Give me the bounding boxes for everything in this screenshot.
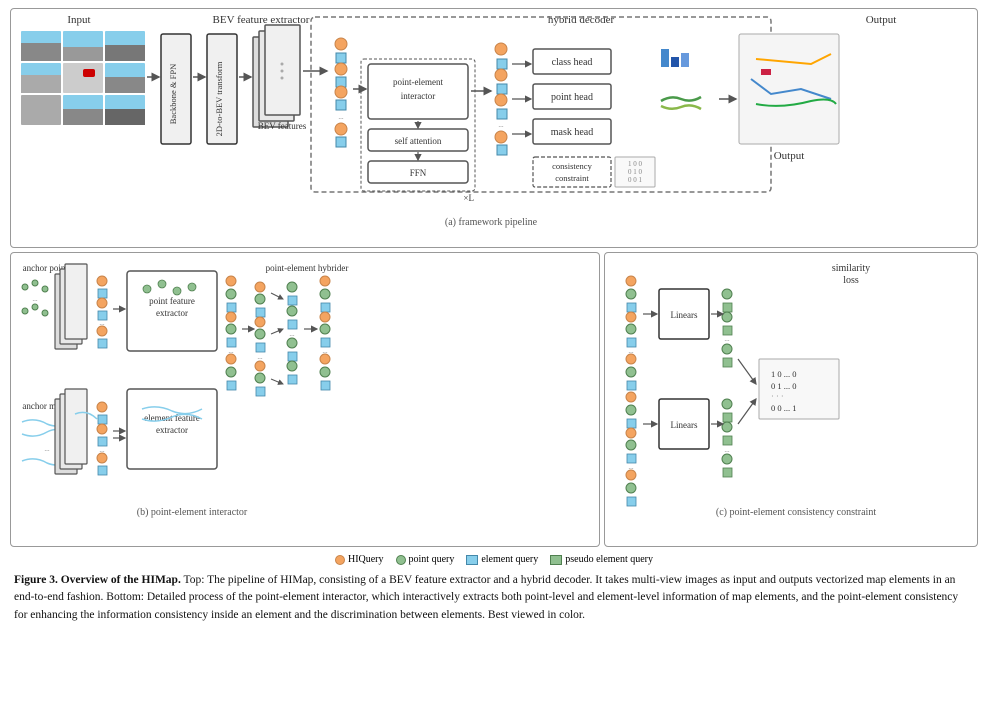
bottom-diagram: anchor points ... ... bbox=[10, 252, 978, 547]
hiquery-icon bbox=[335, 555, 345, 565]
svg-text:0 0 1: 0 0 1 bbox=[628, 176, 643, 184]
svg-text:1 0 0: 1 0 0 bbox=[628, 160, 643, 168]
bottom-right-svg: ... ... Linears bbox=[611, 259, 978, 524]
element-query-label: element query bbox=[481, 554, 538, 565]
svg-text:2D-to-BEV transform: 2D-to-BEV transform bbox=[214, 61, 224, 136]
svg-text:mask head: mask head bbox=[551, 127, 594, 138]
svg-text:consistency: consistency bbox=[552, 161, 592, 171]
bottom-left-svg: anchor points ... ... bbox=[17, 259, 587, 524]
svg-text:BEV features: BEV features bbox=[258, 121, 307, 131]
svg-text:point-element: point-element bbox=[393, 77, 443, 87]
svg-text:extractor: extractor bbox=[156, 425, 188, 435]
figure-caption: Figure 3. Overview of the HIMap. Top: Th… bbox=[10, 572, 978, 624]
svg-text:0 1 ... 0: 0 1 ... 0 bbox=[771, 381, 797, 391]
svg-text:...: ... bbox=[724, 446, 730, 454]
bottom-right-diagram: ... ... Linears bbox=[604, 252, 978, 547]
svg-text:0 1 0: 0 1 0 bbox=[628, 168, 643, 176]
svg-text:...: ... bbox=[32, 295, 38, 303]
svg-text:hybrid decoder: hybrid decoder bbox=[548, 14, 615, 26]
top-diagram: Input BEV feature extractor hybrid decod… bbox=[10, 8, 978, 248]
svg-text:...: ... bbox=[289, 330, 295, 338]
svg-text:point-element hybrider: point-element hybrider bbox=[266, 263, 349, 273]
legend-point-query: point query bbox=[396, 554, 455, 565]
legend-hiquery: HIQuery bbox=[335, 554, 384, 565]
legend-element-query: element query bbox=[466, 554, 538, 565]
bottom-left-diagram: anchor points ... ... bbox=[10, 252, 600, 547]
svg-text:(b) point-element interactor: (b) point-element interactor bbox=[137, 507, 248, 518]
point-query-icon bbox=[396, 555, 406, 565]
svg-text:...: ... bbox=[338, 113, 344, 121]
svg-text:Input: Input bbox=[67, 14, 90, 26]
svg-text:interactor: interactor bbox=[401, 91, 435, 101]
svg-text:Linears: Linears bbox=[671, 310, 698, 320]
svg-text:BEV feature extractor: BEV feature extractor bbox=[213, 14, 310, 26]
svg-text:point feature: point feature bbox=[149, 296, 195, 306]
svg-text:...: ... bbox=[724, 335, 730, 343]
svg-text:loss: loss bbox=[843, 275, 859, 286]
svg-text:...: ... bbox=[257, 353, 263, 361]
svg-text:Linears: Linears bbox=[671, 420, 698, 430]
svg-text:×L: ×L bbox=[463, 193, 474, 203]
svg-text:similarity: similarity bbox=[832, 263, 870, 274]
svg-text:(c) point-element consistency: (c) point-element consistency constraint bbox=[716, 507, 876, 518]
svg-text:FFN: FFN bbox=[410, 168, 427, 178]
element-query-icon bbox=[466, 555, 478, 565]
svg-text:extractor: extractor bbox=[156, 308, 188, 318]
svg-text:(a) framework pipeline: (a) framework pipeline bbox=[445, 217, 538, 228]
svg-text:· · ·: · · · bbox=[771, 391, 784, 401]
svg-text:Output: Output bbox=[774, 150, 805, 162]
svg-text:class head: class head bbox=[552, 57, 593, 68]
top-diagram-svg: Input BEV feature extractor hybrid decod… bbox=[11, 9, 971, 237]
svg-text:point head: point head bbox=[551, 92, 593, 103]
figure-caption-bold: Figure 3. Overview of the HIMap. bbox=[14, 574, 181, 586]
legend-row: HIQuery point query element query pseudo… bbox=[10, 551, 978, 568]
pseudo-element-query-icon bbox=[550, 555, 562, 565]
svg-text:1 0 ... 0: 1 0 ... 0 bbox=[771, 369, 797, 379]
svg-text:constraint: constraint bbox=[555, 173, 589, 183]
legend-pseudo-element-query: pseudo element query bbox=[550, 554, 653, 565]
svg-text:Backbone & FPN: Backbone & FPN bbox=[168, 64, 178, 124]
main-container: Input BEV feature extractor hybrid decod… bbox=[0, 0, 988, 710]
svg-text:...: ... bbox=[498, 121, 504, 129]
svg-text:self attention: self attention bbox=[395, 136, 442, 146]
svg-text:Output: Output bbox=[866, 14, 897, 26]
svg-text:0 0 ... 1: 0 0 ... 1 bbox=[771, 403, 797, 413]
point-query-label: point query bbox=[409, 554, 455, 565]
hiquery-label: HIQuery bbox=[348, 554, 384, 565]
pseudo-element-query-label: pseudo element query bbox=[565, 554, 653, 565]
svg-text:...: ... bbox=[44, 445, 50, 453]
